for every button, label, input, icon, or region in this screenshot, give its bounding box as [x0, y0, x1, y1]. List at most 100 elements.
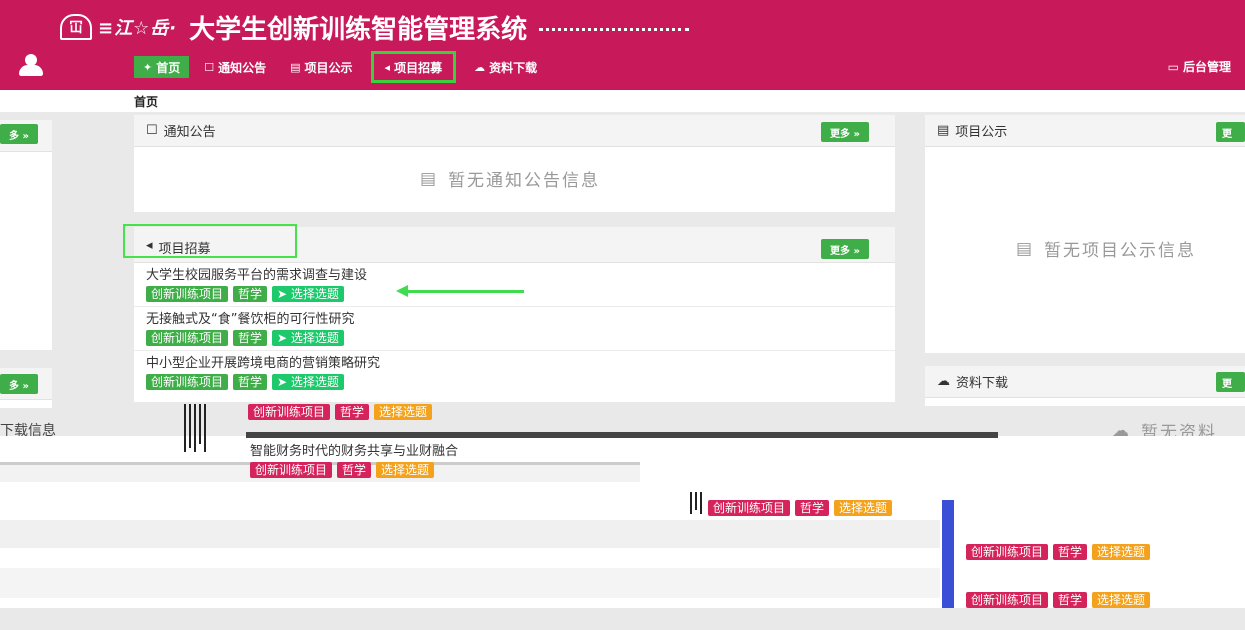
- project-type-tag: 创新训练项目: [146, 286, 229, 302]
- glitch-vertical-strip: [942, 500, 954, 608]
- project-type-tag: 创新训练项目: [250, 462, 333, 478]
- publicity-empty-text: 暂无项目公示信息: [1044, 241, 1197, 261]
- project-subject-tag: 哲学: [795, 500, 830, 516]
- glitch-bars: [690, 492, 702, 514]
- notice-empty-message: ▤ 暂无通知公告信息: [420, 166, 601, 192]
- download-more-button[interactable]: 更: [1216, 372, 1245, 392]
- monitor-icon: ▭: [1167, 59, 1179, 74]
- divider: [134, 350, 895, 351]
- select-topic-label: 选择选题: [290, 287, 339, 301]
- system-title: 冚 ≡江☆岳· 大学生创新训练智能管理系统: [60, 8, 690, 46]
- annotation-arrow: [404, 290, 524, 293]
- breadcrumb: 首页: [134, 95, 159, 109]
- nav-recruit[interactable]: ◂ 项目招募: [370, 51, 457, 83]
- project-subject-tag: 哲学: [233, 374, 268, 390]
- publicity-panel: ▤ 项目公示: [925, 115, 1245, 353]
- project-title[interactable]: 智能财务时代的财务共享与业财融合: [250, 444, 458, 460]
- notice-panel-title: 通知公告: [163, 125, 216, 140]
- notice-empty-text: 暂无通知公告信息: [448, 171, 601, 191]
- list-item: 创新训练项目 哲学 选择选题: [708, 498, 893, 538]
- left-more-button-2[interactable]: 多 »: [0, 374, 38, 394]
- nav-publicity[interactable]: ▤ 项目公示: [281, 56, 361, 78]
- publicity-empty-message: ▤ 暂无项目公示信息: [1016, 236, 1197, 262]
- download-panel: ☁ 资料下载: [925, 366, 1245, 406]
- publicity-icon: ▤: [290, 60, 301, 74]
- select-topic-button[interactable]: 选择选题: [834, 500, 893, 516]
- publicity-icon: ▤: [937, 123, 950, 138]
- project-type-tag: 创新训练项目: [708, 500, 791, 516]
- admin-link[interactable]: ▭ 后台管理: [1168, 58, 1231, 75]
- nav-notices-label: 通知公告: [218, 60, 267, 75]
- download-panel-header: ☁ 资料下载: [925, 366, 1245, 398]
- select-topic-label: 选择选题: [1097, 593, 1146, 607]
- select-topic-label: 选择选题: [839, 501, 888, 515]
- send-icon: ➤: [277, 331, 291, 345]
- nav-home[interactable]: ✦ 首页: [134, 56, 190, 78]
- select-topic-label: 选择选题: [290, 331, 339, 345]
- download-panel-title: 资料下载: [956, 376, 1009, 391]
- project-title[interactable]: 大学生校园服务平台的需求调查与建设: [146, 268, 886, 284]
- title-scribble: [539, 23, 690, 31]
- admin-label: 后台管理: [1182, 60, 1231, 74]
- nav-recruit-label: 项目招募: [394, 60, 443, 75]
- notice-icon: ☐: [146, 123, 158, 138]
- list-item: 创新训练项目 哲学 选择选题: [248, 402, 433, 442]
- left-more-button[interactable]: 多 »: [0, 124, 38, 144]
- project-title[interactable]: 无接触式及“食”餐饮柜的可行性研究: [146, 312, 886, 328]
- cloud-icon: ☁: [474, 60, 486, 74]
- select-topic-button[interactable]: 选择选题: [1092, 592, 1151, 608]
- select-topic-button[interactable]: ➤ 选择选题: [272, 374, 344, 390]
- nav-publicity-label: 项目公示: [304, 60, 353, 75]
- publicity-panel-title: 项目公示: [955, 125, 1008, 140]
- document-icon: ▤: [1016, 238, 1035, 259]
- publicity-more-button[interactable]: 更: [1216, 122, 1245, 142]
- project-type-tag: 创新训练项目: [966, 544, 1049, 560]
- project-subject-tag: 哲学: [335, 404, 370, 420]
- list-item: 智能财务时代的财务共享与业财融合 创新训练项目 哲学 选择选题: [250, 444, 458, 484]
- home-icon: ✦: [143, 60, 153, 74]
- project-subject-tag: 哲学: [1053, 544, 1088, 560]
- select-topic-button[interactable]: 选择选题: [376, 462, 435, 478]
- document-icon: ▤: [420, 168, 439, 189]
- send-icon: ➤: [277, 287, 291, 301]
- nav-downloads[interactable]: ☁ 资料下载: [465, 56, 546, 78]
- select-topic-label: 选择选题: [379, 405, 428, 419]
- project-type-tag: 创新训练项目: [966, 592, 1049, 608]
- glitch-band: [0, 568, 940, 598]
- nav-notices[interactable]: ☐ 通知公告: [195, 56, 275, 78]
- select-topic-label: 选择选题: [381, 463, 430, 477]
- project-subject-tag: 哲学: [233, 286, 268, 302]
- select-topic-label: 选择选题: [290, 375, 339, 389]
- project-title[interactable]: 中小型企业开展跨境电商的营销策略研究: [146, 356, 886, 372]
- nav-home-label: 首页: [156, 60, 181, 75]
- select-topic-label: 选择选题: [1097, 545, 1146, 559]
- annotation-arrow-head: [396, 285, 408, 297]
- left-panel: [0, 120, 52, 350]
- notice-icon: ☐: [204, 60, 215, 74]
- user-avatar-icon[interactable]: [18, 54, 44, 76]
- main-nav: ✦ 首页 ☐ 通知公告 ▤ 项目公示 ◂ 项目招募 ☁ 资料下载: [134, 51, 546, 83]
- select-topic-button[interactable]: ➤ 选择选题: [272, 286, 344, 302]
- school-name: ≡江☆岳·: [98, 18, 178, 39]
- project-type-tag: 创新训练项目: [146, 374, 229, 390]
- project-subject-tag: 哲学: [1053, 592, 1088, 608]
- publicity-panel-header: ▤ 项目公示: [925, 115, 1245, 147]
- send-icon: ➤: [277, 375, 291, 389]
- school-logo-icon: 冚: [60, 14, 92, 40]
- list-item: 中小型企业开展跨境电商的营销策略研究 创新训练项目 哲学 ➤ 选择选题: [146, 356, 886, 400]
- select-topic-button[interactable]: 选择选题: [1092, 544, 1151, 560]
- notice-more-button[interactable]: 更多 »: [821, 122, 869, 142]
- breadcrumb-bar: 首页: [0, 90, 1245, 112]
- megaphone-icon: ◂: [384, 60, 391, 74]
- nav-downloads-label: 资料下载: [489, 60, 538, 75]
- header-bar: 冚 ≡江☆岳· 大学生创新训练智能管理系统 ✦ 首页 ☐ 通知公告 ▤ 项目公示…: [0, 0, 1245, 90]
- recruit-panel-title: ◂ 项目招募: [146, 238, 211, 257]
- recruit-more-button[interactable]: 更多 »: [821, 239, 869, 259]
- select-topic-button[interactable]: 选择选题: [374, 404, 433, 420]
- notice-panel-header: ☐ 通知公告: [134, 115, 895, 147]
- list-item: 创新训练项目 哲学 选择选题: [966, 542, 1151, 582]
- notice-panel: ☐ 通知公告: [134, 115, 895, 212]
- project-subject-tag: 哲学: [337, 462, 372, 478]
- select-topic-button[interactable]: ➤ 选择选题: [272, 330, 344, 346]
- system-title-text: 大学生创新训练智能管理系统: [189, 14, 528, 45]
